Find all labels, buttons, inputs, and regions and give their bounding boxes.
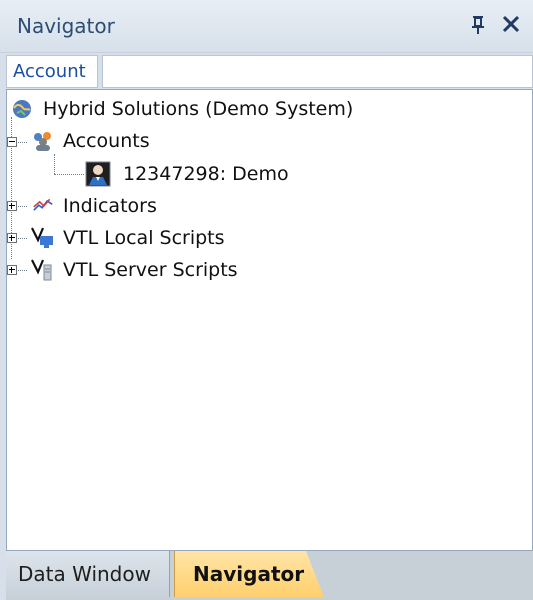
tree-item-accounts[interactable]: Accounts — [27, 128, 150, 154]
tree-connector-line — [16, 142, 27, 143]
tree-item-vtl-server-scripts[interactable]: VTL Server Scripts — [27, 257, 238, 283]
vtl-server-scripts-icon — [31, 259, 52, 281]
tree-item-label: Accounts — [63, 130, 150, 152]
users-icon — [34, 132, 51, 151]
vtl-local-scripts-icon — [31, 227, 53, 248]
panel-title-bar: Navigator — [0, 0, 533, 53]
tree-root-node[interactable]: Hybrid Solutions (Demo System) — [11, 96, 353, 122]
tree-connector-line — [16, 238, 27, 239]
tree-item-label: VTL Local Scripts — [63, 227, 225, 249]
tree-connector-line — [16, 206, 27, 207]
expand-toggle[interactable] — [7, 233, 17, 243]
tree-item-label: VTL Server Scripts — [63, 259, 238, 281]
tree-connector-line — [54, 174, 84, 175]
search-category-label[interactable]: Account — [6, 55, 98, 88]
bottom-tab-strip: Data Window Navigator — [6, 551, 533, 600]
tab-data-window[interactable]: Data Window — [6, 551, 170, 597]
account-search-row: Account — [6, 55, 533, 89]
expand-toggle[interactable] — [7, 265, 17, 275]
indicators-chart-icon — [33, 198, 53, 211]
close-icon[interactable] — [500, 13, 522, 35]
navigator-tree: Hybrid Solutions (Demo System) Accounts … — [6, 89, 533, 551]
tree-item-indicators[interactable]: Indicators — [27, 193, 157, 219]
panel-title: Navigator — [17, 14, 115, 38]
globe-icon — [13, 100, 31, 118]
collapse-toggle[interactable] — [7, 137, 17, 147]
tree-item-label: Indicators — [63, 195, 157, 217]
account-user-icon — [85, 161, 111, 187]
tree-connector-line — [54, 154, 55, 174]
search-input[interactable] — [102, 55, 533, 88]
pin-icon[interactable] — [470, 15, 486, 35]
tree-item-label: 12347298: Demo — [123, 163, 289, 185]
navigator-panel: Navigator Account Hybrid Solutions (Demo… — [0, 0, 533, 600]
tree-item-vtl-local-scripts[interactable]: VTL Local Scripts — [27, 225, 225, 251]
tree-connector-line — [16, 270, 27, 271]
expand-toggle[interactable] — [7, 201, 17, 211]
tab-navigator[interactable]: Navigator — [174, 551, 324, 597]
tree-item-account-12347298[interactable]: 12347298: Demo — [85, 161, 289, 187]
tree-root-label: Hybrid Solutions (Demo System) — [43, 98, 354, 120]
